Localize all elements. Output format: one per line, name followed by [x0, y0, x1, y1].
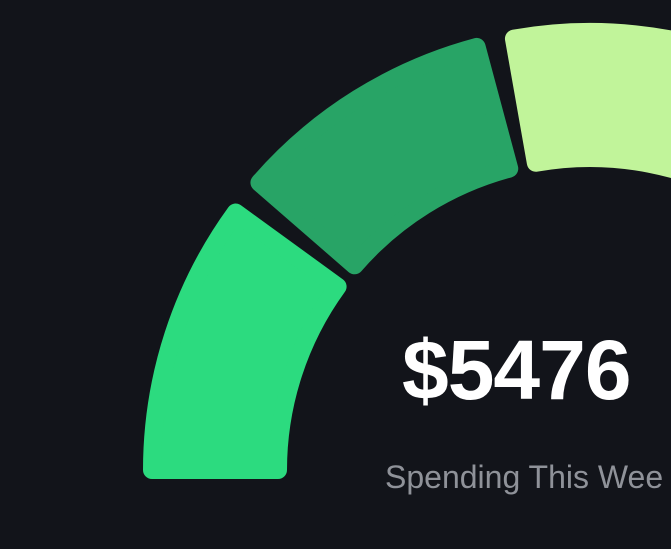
gauge-segment-1: [143, 203, 347, 479]
spending-amount: $5476: [402, 323, 632, 417]
spending-caption: Spending This Wee: [385, 459, 664, 495]
gauge-segment-3: [504, 23, 671, 179]
gauge-segment-2: [250, 37, 519, 275]
